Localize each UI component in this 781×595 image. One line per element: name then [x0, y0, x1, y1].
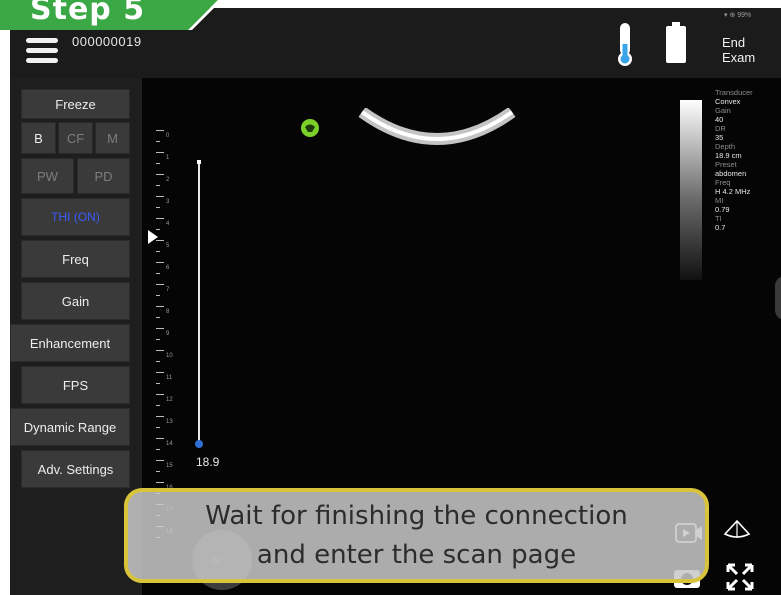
ruler-number: 9: [166, 331, 170, 337]
side-panel-handle[interactable]: [775, 276, 781, 320]
adv-settings-button[interactable]: Adv. Settings: [21, 450, 130, 488]
fps-button[interactable]: FPS: [21, 366, 130, 404]
dynamic-range-button[interactable]: Dynamic Range: [10, 408, 130, 446]
mode-pw-button[interactable]: PW: [21, 158, 74, 194]
focus-marker[interactable]: [148, 230, 158, 244]
ruler-tick: [156, 350, 164, 351]
param-value: Convex: [715, 97, 741, 106]
param-key: DR: [715, 124, 726, 133]
ruler-minor-tick: [156, 339, 160, 340]
param-value: 35: [715, 133, 724, 142]
ruler-number: 8: [166, 309, 170, 315]
gain-button[interactable]: Gain: [21, 282, 130, 320]
parameter-panel: Transducer Convex Gain 40 DR 35 Depth 18…: [715, 88, 779, 232]
caption-line-1: Wait for finishing the connection: [205, 501, 628, 531]
ruler-number: 11: [166, 375, 173, 381]
ruler-tick: [156, 328, 164, 329]
ruler-minor-tick: [156, 427, 160, 428]
param-key: MI: [715, 196, 724, 205]
param-value: 0.7: [715, 223, 726, 232]
mode-pd-button[interactable]: PD: [77, 158, 130, 194]
ruler-number: 15: [166, 463, 173, 469]
ruler-number: 10: [166, 353, 173, 359]
app-frame: 000000019 ▾ ⊕ 99% End Exam Freeze B CF M…: [10, 8, 781, 595]
ruler-minor-tick: [156, 141, 160, 142]
instruction-caption: Wait for finishing the connection and en…: [124, 488, 709, 583]
ruler-tick: [156, 460, 164, 461]
ruler-minor-tick: [156, 471, 160, 472]
ruler-tick: [156, 174, 164, 175]
ruler-number: 2: [166, 177, 170, 183]
ruler-minor-tick: [156, 295, 160, 296]
ruler-tick: [156, 218, 164, 219]
caption-line-2: and enter the scan page: [256, 540, 577, 570]
thi-button[interactable]: THI (ON): [21, 198, 130, 236]
param-value: 0.79: [715, 205, 730, 214]
ruler-minor-tick: [156, 273, 160, 274]
ruler-minor-tick: [156, 163, 160, 164]
end-exam-button[interactable]: End Exam: [722, 35, 781, 65]
ruler-tick: [156, 372, 164, 373]
mode-m-button[interactable]: M: [95, 122, 130, 154]
ruler-tick: [156, 262, 164, 263]
grayscale-bar: [680, 100, 702, 280]
menu-icon[interactable]: [26, 38, 58, 64]
ruler-minor-tick: [156, 185, 160, 186]
ruler-tick: [156, 152, 164, 153]
ruler-number: 5: [166, 243, 170, 249]
mode-b-button[interactable]: B: [21, 122, 56, 154]
depth-value: 18.9: [196, 455, 220, 469]
freeze-button[interactable]: Freeze: [21, 89, 130, 119]
param-key: Preset: [715, 160, 737, 169]
ruler-minor-tick: [156, 405, 160, 406]
ruler-minor-tick: [156, 317, 160, 318]
battery-icon: [666, 22, 686, 63]
ruler-number: 13: [166, 419, 173, 425]
param-key: Freq: [715, 178, 731, 187]
exam-id: 000000019: [72, 34, 142, 49]
depth-line: [198, 164, 200, 446]
ruler-tick: [156, 416, 164, 417]
ruler-tick: [156, 482, 164, 483]
param-key: TI: [715, 214, 722, 223]
ruler-tick: [156, 130, 164, 131]
param-key: Gain: [715, 106, 731, 115]
probe-preset-icon[interactable]: [722, 518, 752, 542]
ruler-number: 3: [166, 199, 170, 205]
param-value: H 4.2 MHz: [715, 187, 751, 196]
ruler-number: 14: [166, 441, 173, 447]
status-indicators: ▾ ⊕ 99%: [724, 12, 752, 19]
ruler-number: 7: [166, 287, 170, 293]
ruler-number: 1: [166, 155, 170, 161]
ruler-tick: [156, 284, 164, 285]
ruler-number: 12: [166, 397, 173, 403]
param-value: 40: [715, 115, 724, 124]
step-label: Step 5: [30, 0, 146, 27]
ruler-minor-tick: [156, 361, 160, 362]
thermometer-icon: [618, 23, 632, 66]
ruler-number: 6: [166, 265, 170, 271]
param-value: abdomen: [715, 169, 747, 178]
ruler-minor-tick: [156, 207, 160, 208]
ultrasound-image: [358, 108, 516, 145]
enhancement-button[interactable]: Enhancement: [10, 324, 130, 362]
ruler-minor-tick: [156, 383, 160, 384]
ruler-minor-tick: [156, 251, 160, 252]
ruler-number: 0: [166, 133, 170, 139]
freq-button[interactable]: Freq: [21, 240, 130, 278]
fullscreen-icon[interactable]: [726, 563, 754, 591]
mode-cf-button[interactable]: CF: [58, 122, 93, 154]
param-key: Depth: [715, 142, 736, 151]
control-panel: Freeze B CF M PW PD THI (ON) Freq Gain E…: [10, 78, 142, 595]
ruler-minor-tick: [156, 449, 160, 450]
param-key: Transducer: [715, 88, 753, 97]
ruler-tick: [156, 196, 164, 197]
ruler-tick: [156, 438, 164, 439]
ruler-number: 4: [166, 221, 170, 227]
ruler-tick: [156, 306, 164, 307]
param-value: 18.9 cm: [715, 151, 742, 160]
ruler-tick: [156, 394, 164, 395]
depth-handle[interactable]: [195, 440, 203, 448]
probe-orientation-icon: [301, 119, 319, 137]
